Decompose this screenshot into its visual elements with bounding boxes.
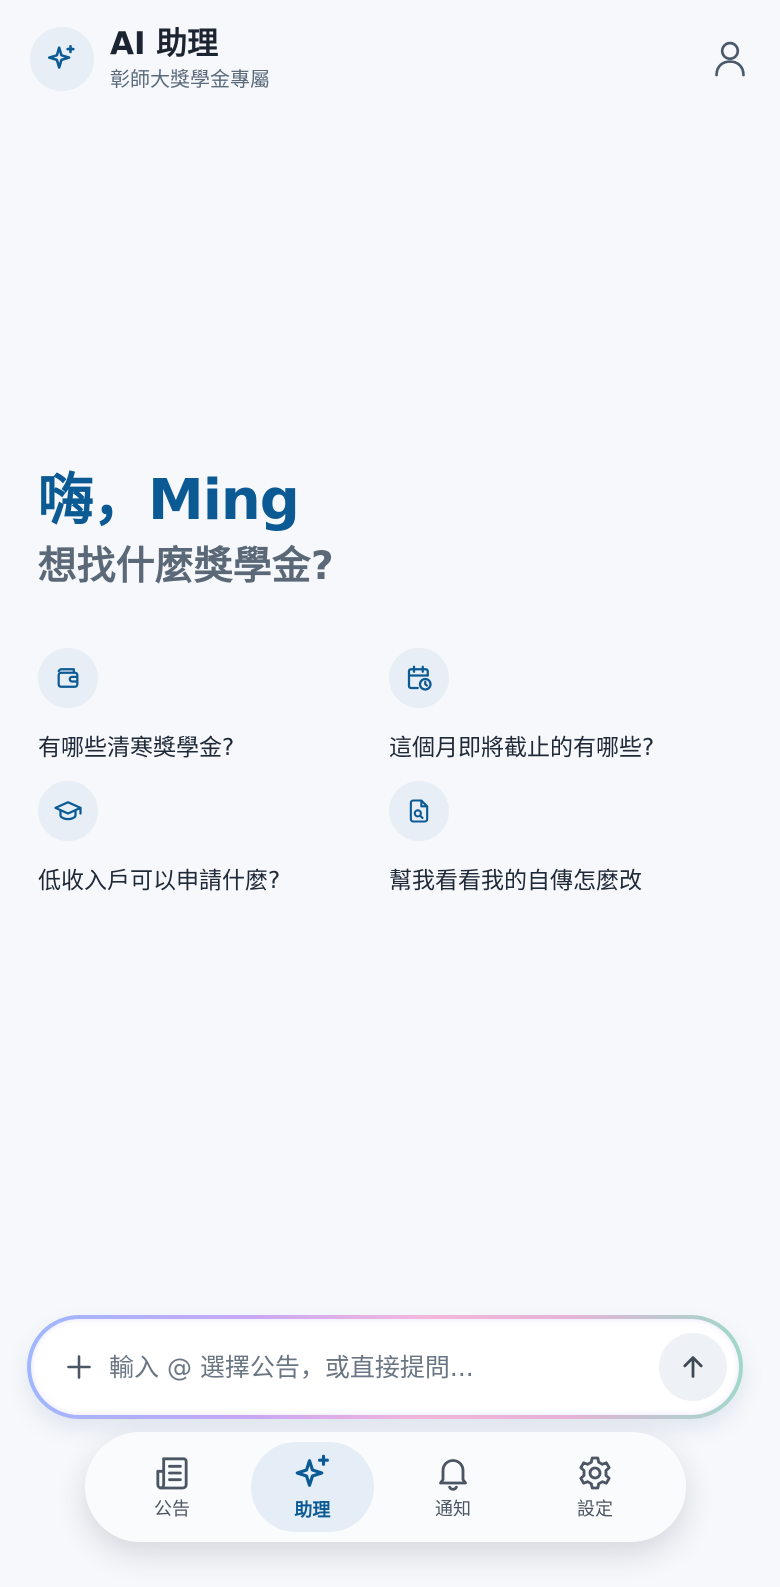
- app-logo: [30, 27, 94, 91]
- nav-label: 公告: [154, 1499, 190, 1520]
- calendar-clock-icon: [407, 665, 432, 691]
- user-icon: [715, 41, 745, 77]
- suggestion-card[interactable]: 幫我看看我的自傳怎麼改: [389, 781, 729, 897]
- chat-composer: [27, 1315, 743, 1419]
- suggestion-card[interactable]: 有哪些清寒獎學金?: [38, 648, 378, 764]
- app-header: AI 助理 彰師大獎學金專屬: [30, 26, 750, 92]
- nav-label: 通知: [435, 1499, 471, 1520]
- greeting-title: 嗨，Ming: [38, 468, 300, 533]
- graduation-cap-icon: [54, 801, 82, 821]
- wallet-icon: [57, 668, 79, 688]
- send-button[interactable]: [659, 1333, 727, 1401]
- chat-input[interactable]: [109, 1352, 659, 1382]
- app-subtitle: 彰師大獎學金專屬: [110, 67, 270, 91]
- suggestion-label: 這個月即將截止的有哪些?: [389, 735, 655, 761]
- suggestion-label: 有哪些清寒獎學金?: [38, 735, 235, 761]
- plus-icon: [67, 1355, 91, 1379]
- greeting-subtitle: 想找什麼獎學金?: [38, 544, 334, 589]
- arrow-up-icon: [683, 1356, 703, 1378]
- bell-icon: [439, 1459, 467, 1491]
- bottom-nav: 公告 助理 通知 設定: [85, 1432, 686, 1542]
- profile-button[interactable]: [710, 38, 750, 78]
- nav-label: 助理: [294, 1500, 331, 1521]
- file-search-icon: [409, 799, 429, 823]
- nav-item-notifications[interactable]: 通知: [382, 1442, 524, 1532]
- suggestion-card[interactable]: 這個月即將截止的有哪些?: [389, 648, 729, 764]
- sparkles-icon: [295, 1454, 329, 1487]
- assistant-page: AI 助理 彰師大獎學金專屬 嗨，Ming 想找什麼獎學金? 有哪些清寒獎學金?: [0, 0, 780, 1587]
- attach-button[interactable]: [61, 1349, 97, 1385]
- suggestion-label: 低收入戶可以申請什麼?: [38, 868, 281, 894]
- suggestion-label: 幫我看看我的自傳怎麼改: [389, 868, 642, 894]
- nav-item-announcements[interactable]: 公告: [101, 1442, 243, 1532]
- nav-item-settings[interactable]: 設定: [524, 1442, 666, 1532]
- greeting: 嗨，Ming 想找什麼獎學金?: [38, 466, 334, 594]
- gear-icon: [579, 1456, 611, 1490]
- sparkles-icon: [47, 44, 75, 69]
- nav-label: 設定: [577, 1499, 613, 1520]
- nav-item-assistant[interactable]: 助理: [251, 1442, 374, 1532]
- suggestion-card[interactable]: 低收入戶可以申請什麼?: [38, 781, 378, 897]
- newspaper-icon: [156, 1457, 188, 1490]
- app-title: AI 助理: [110, 26, 219, 62]
